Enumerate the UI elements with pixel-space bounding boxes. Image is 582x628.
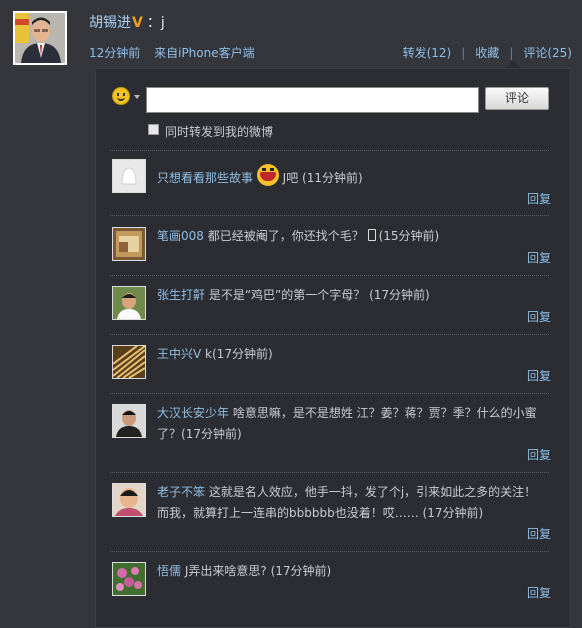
- comment-avatar[interactable]: [112, 159, 146, 193]
- author-name[interactable]: 胡锡进: [89, 15, 131, 31]
- chevron-down-icon[interactable]: [134, 95, 140, 99]
- post-text: ：j: [146, 15, 165, 31]
- favorite-link[interactable]: 收藏: [475, 46, 499, 60]
- comment-time: (17分钟前): [422, 506, 484, 520]
- divider: [110, 393, 549, 394]
- comment-body: 是不是“鸡巴”的第一个字母？: [208, 288, 366, 302]
- panel-pointer: [505, 60, 521, 68]
- comment-body: J弄出来啥意思?: [184, 564, 267, 578]
- comment-avatar[interactable]: [112, 404, 146, 438]
- comment-time: (15分钟前): [378, 229, 440, 243]
- action-divider: |: [509, 46, 514, 60]
- comment-avatar[interactable]: [112, 345, 146, 379]
- forward-checkbox-label: 同时转发到我的微博: [165, 125, 274, 139]
- post-time[interactable]: 12分钟前: [89, 46, 140, 60]
- comment-link[interactable]: 评论(25): [523, 46, 572, 60]
- reply-link[interactable]: 回复: [527, 190, 551, 207]
- comment-text: 张生打鼾 是不是“鸡巴”的第一个字母？ (17分钟前): [157, 285, 537, 306]
- comment-text: 老子不笨 这就是名人效应，他手一抖，发了个j，引来如此之多的关注！而我，就算打上…: [157, 482, 537, 524]
- comment-panel: 评论 同时转发到我的微博 只想看看那些故事 J吧 (11分钟前) 回复 笔画00…: [95, 68, 571, 628]
- reply-link[interactable]: 回复: [527, 525, 551, 542]
- comment-time: (11分钟前): [302, 171, 363, 185]
- comment-body: k: [205, 347, 212, 361]
- comment-text: 大汉长安少年 啥意思嘛，是不是想姓 江？姜？蒋？贾？季？什么的小蜜了？(17分钟…: [157, 403, 537, 445]
- comment-input[interactable]: [146, 87, 479, 113]
- comment-avatar[interactable]: [112, 286, 146, 320]
- comment-body: J吧: [282, 171, 299, 185]
- comment-text: 笔画008 都已经被阉了，你还找个毛？ (15分钟前): [157, 226, 537, 247]
- comment-username[interactable]: 王中兴V: [157, 347, 201, 361]
- reply-link[interactable]: 回复: [527, 367, 551, 384]
- comment-username[interactable]: 老子不笨: [157, 485, 205, 499]
- divider: [110, 334, 549, 335]
- emoji-icon[interactable]: [112, 87, 130, 105]
- reply-link[interactable]: 回复: [527, 308, 551, 325]
- post-meta: 12分钟前 来自iPhone客户端: [89, 44, 255, 61]
- comment-time: (17分钟前): [181, 427, 242, 441]
- post-actions: 转发(12) | 收藏 | 评论(25): [403, 44, 572, 61]
- comment-avatar[interactable]: [112, 227, 146, 261]
- comment-text: 悟儒 J弄出来啥意思? (17分钟前): [157, 561, 537, 582]
- forward-checkbox[interactable]: [148, 124, 159, 135]
- author-avatar[interactable]: [13, 11, 67, 65]
- divider: [110, 150, 549, 151]
- reply-link[interactable]: 回复: [527, 249, 551, 266]
- divider: [110, 215, 549, 216]
- mobile-icon: [367, 229, 376, 241]
- comment-time: (17分钟前): [369, 288, 430, 302]
- comment-text: 王中兴V k(17分钟前): [157, 344, 537, 365]
- divider: [110, 551, 549, 552]
- comment-avatar[interactable]: [112, 483, 146, 517]
- comment-text: 只想看看那些故事 J吧 (11分钟前): [157, 164, 537, 189]
- comment-submit-button[interactable]: 评论: [485, 87, 549, 110]
- comment-username[interactable]: 只想看看那些故事: [157, 171, 253, 185]
- reply-link[interactable]: 回复: [527, 446, 551, 463]
- comment-time: (17分钟前): [212, 347, 273, 361]
- post-header: 胡锡进V ：j: [89, 12, 165, 32]
- comment-time: (17分钟前): [270, 564, 332, 578]
- action-divider: |: [461, 46, 466, 60]
- divider: [110, 472, 549, 473]
- laughing-face-icon: [256, 164, 279, 186]
- forward-link[interactable]: 转发(12): [403, 46, 452, 60]
- comment-body: 都已经被阉了，你还找个毛？: [207, 229, 364, 243]
- reply-link[interactable]: 回复: [527, 584, 551, 601]
- verified-badge-icon: V: [132, 15, 143, 31]
- comment-username[interactable]: 笔画008: [157, 229, 204, 243]
- divider: [110, 275, 549, 276]
- comment-username[interactable]: 大汉长安少年: [157, 406, 229, 420]
- comment-username[interactable]: 悟儒: [157, 564, 181, 578]
- comment-username[interactable]: 张生打鼾: [157, 288, 205, 302]
- post-source: 来自iPhone客户端: [154, 46, 255, 60]
- comment-avatar[interactable]: [112, 562, 146, 596]
